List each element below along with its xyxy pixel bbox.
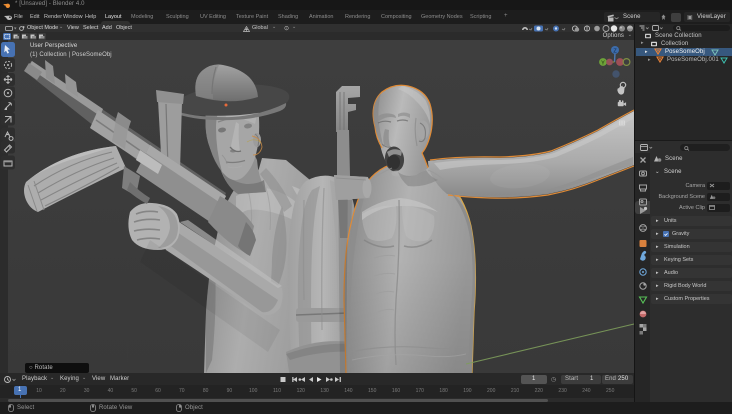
svg-text:Y: Y [601, 60, 605, 66]
